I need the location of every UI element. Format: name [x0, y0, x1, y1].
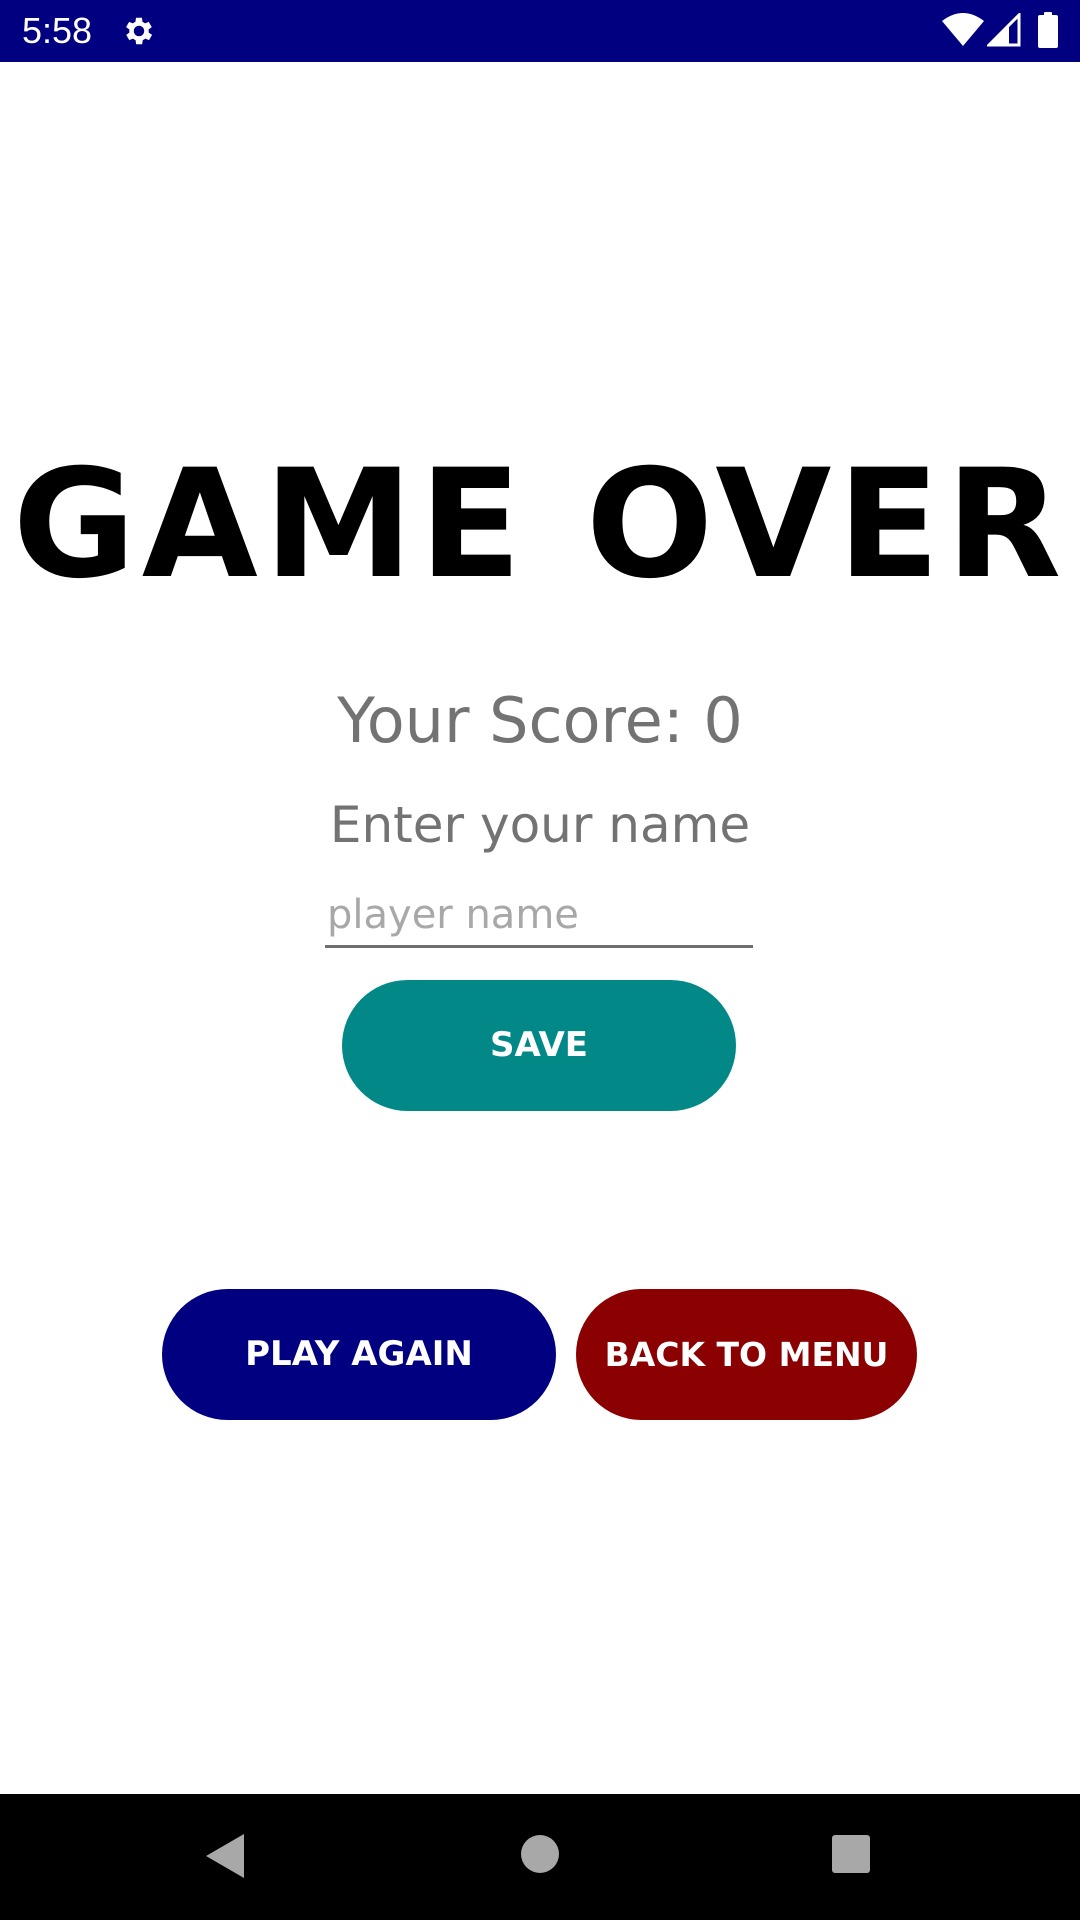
- score-text: Your Score: 0: [337, 684, 743, 757]
- status-bar: 5:58: [0, 0, 1080, 62]
- enter-name-label: Enter your name: [329, 796, 751, 854]
- player-name-input[interactable]: [325, 884, 753, 948]
- save-button[interactable]: SAVE: [342, 980, 736, 1111]
- gear-icon: [126, 17, 153, 45]
- wifi-icon: [942, 13, 984, 46]
- home-icon[interactable]: [520, 1834, 560, 1874]
- recents-icon[interactable]: [831, 1834, 871, 1874]
- status-time: 5:58: [22, 10, 93, 51]
- cell-signal-icon: [987, 13, 1021, 47]
- navigation-bar: [0, 1794, 1080, 1920]
- play-again-button[interactable]: PLAY AGAIN: [162, 1289, 556, 1420]
- battery-icon: [1038, 12, 1058, 48]
- back-to-menu-button[interactable]: BACK TO MENU: [576, 1289, 917, 1420]
- back-icon[interactable]: [204, 1832, 246, 1880]
- game-over-title: GAME OVER: [12, 438, 1068, 612]
